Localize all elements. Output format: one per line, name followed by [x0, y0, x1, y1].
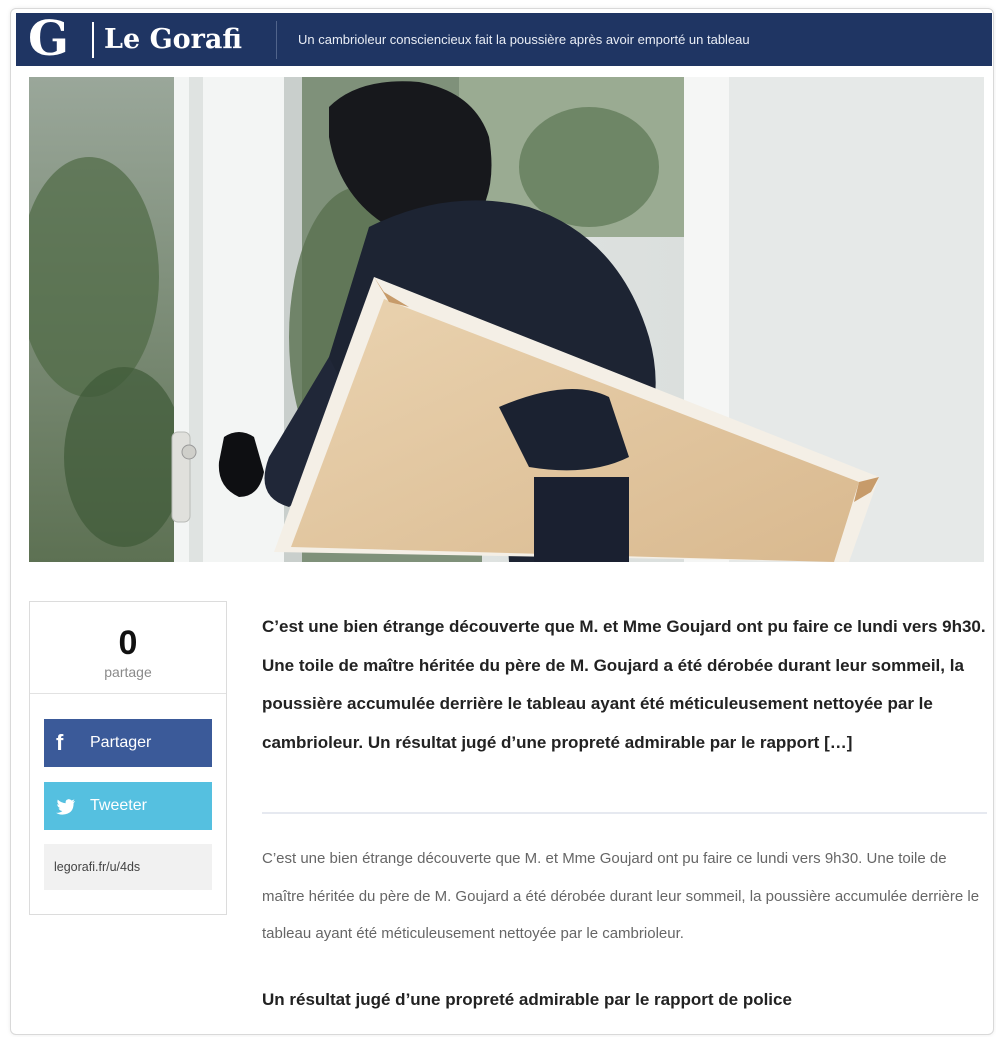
- facebook-share-button[interactable]: f Partager: [44, 719, 212, 767]
- header-divider: [276, 21, 277, 59]
- facebook-icon: f: [56, 730, 64, 755]
- article-body: C’est une bien étrange découverte que M.…: [262, 850, 980, 942]
- twitter-share-label: Tweeter: [90, 797, 147, 814]
- short-url-field[interactable]: legorafi.fr/u/4ds: [44, 844, 212, 890]
- share-divider: [30, 693, 226, 694]
- hero-image: [29, 77, 984, 562]
- article-headline: Un cambrioleur consciencieux fait la pou…: [298, 32, 750, 47]
- site-header: G Le Gorafi Un cambrioleur consciencieux…: [16, 13, 992, 66]
- twitter-share-button[interactable]: Tweeter: [44, 782, 212, 830]
- burglar-photo: [29, 77, 984, 562]
- article-lede: C’est une bien étrange découverte que M.…: [262, 617, 986, 752]
- logo-mark[interactable]: G: [28, 13, 69, 66]
- share-count: 0: [118, 624, 138, 662]
- share-count-label: partage: [104, 664, 152, 680]
- logo-divider: [92, 22, 94, 58]
- site-logo[interactable]: Le Gorafi: [104, 13, 242, 66]
- article-subheading: Un résultat jugé d’une propreté admirabl…: [262, 990, 792, 1009]
- share-box: 0 partage f Partager Tweeter legorafi.fr…: [29, 601, 227, 915]
- twitter-icon: [56, 782, 76, 830]
- content-divider: [262, 812, 987, 814]
- facebook-share-label: Partager: [90, 734, 152, 751]
